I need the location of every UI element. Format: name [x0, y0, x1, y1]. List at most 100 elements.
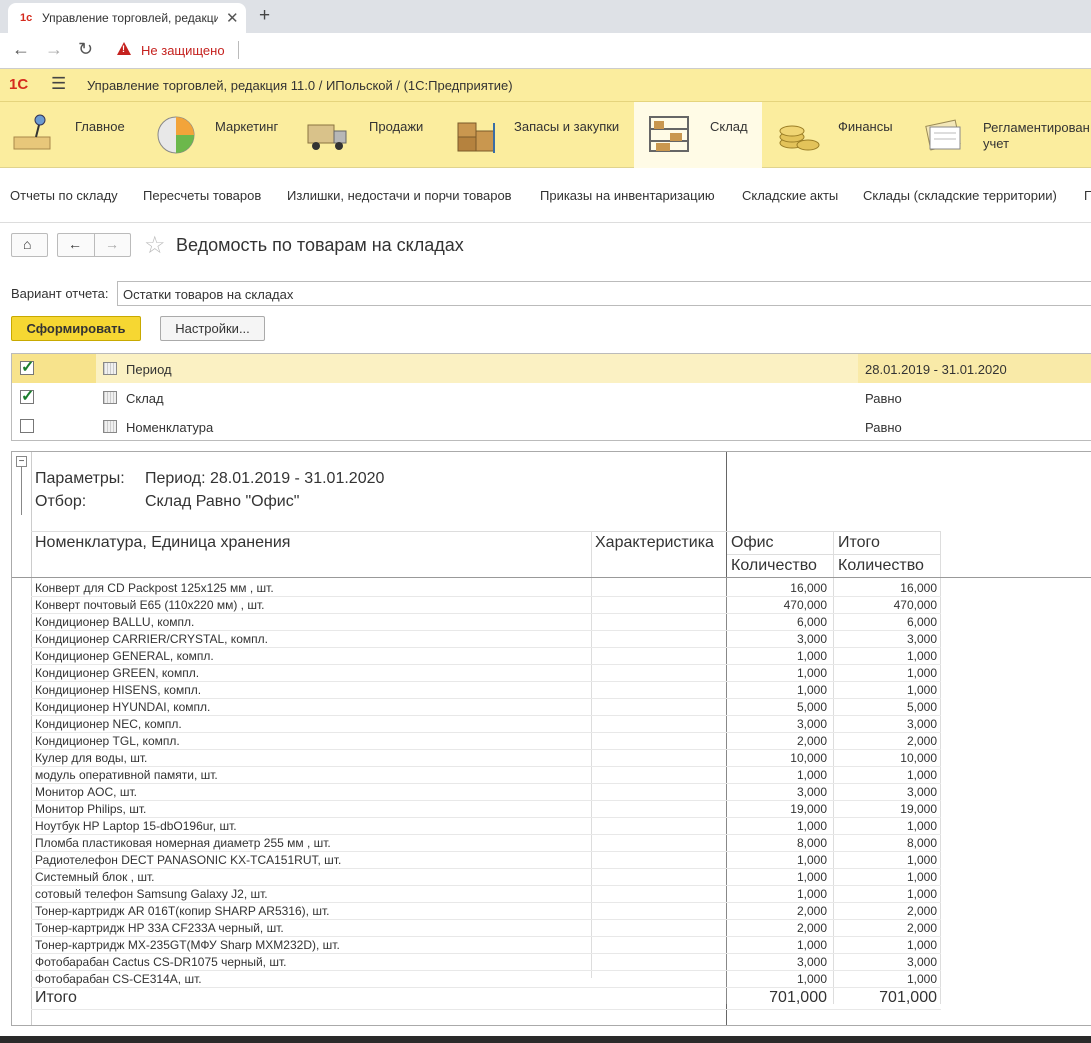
item-name: Кондиционер HYUNDAI, компл. [35, 700, 211, 714]
total-qty: 6,000 [906, 615, 937, 629]
column-header-qty: Количество [838, 557, 924, 574]
table-row[interactable]: Ноутбук HP Laptop 15-dbO196ur, шт. 1,000 1… [12, 818, 1091, 835]
setting-condition[interactable]: Равно [865, 391, 902, 406]
setting-name: Склад [126, 391, 164, 406]
1c-favicon-icon: 1c [20, 12, 33, 24]
table-row[interactable]: Кондиционер HYUNDAI, компл. 5,000 5,000 [12, 699, 1091, 716]
section-label: Регламентирован учет [983, 120, 1090, 151]
subnav-item[interactable]: Отчеты по складу [10, 188, 118, 203]
settings-row-period[interactable]: Период 28.01.2019 - 31.01.2020 [12, 354, 1091, 383]
table-row[interactable]: Кондиционер HISENS, компл. 1,000 1,000 [12, 682, 1091, 699]
setting-name: Период [126, 362, 172, 377]
table-row[interactable]: сотовый телефон Samsung Galaxy J2, шт. 1,… [12, 886, 1091, 903]
table-row[interactable]: Кулер для воды, шт. 10,000 10,000 [12, 750, 1091, 767]
forward-arrow-icon[interactable]: → [45, 39, 63, 60]
back-icon[interactable]: ← [68, 236, 82, 252]
home-button[interactable]: ⌂ [11, 233, 48, 257]
section-main[interactable]: Главное [0, 102, 140, 168]
main-menu-icon[interactable]: ☰ [51, 74, 66, 94]
table-row[interactable]: Фотобарабан Cactus CS-DR1075 черный, шт.… [12, 954, 1091, 971]
table-row[interactable]: Тонер-картридж MX-235GT(МФУ Sharp MXM232… [12, 937, 1091, 954]
table-row[interactable]: Радиотелефон DECT PANASONIC KX-TCA151RUT… [12, 852, 1091, 869]
table-row[interactable]: Фотобарабан CS-CE314A, шт. 1,000 1,000 [12, 971, 1091, 988]
total-qty: 3,000 [906, 785, 937, 799]
office-qty: 3,000 [796, 717, 827, 731]
item-name: Ноутбук HP Laptop 15-dbO196ur, шт. [35, 819, 237, 833]
table-row[interactable]: Кондиционер GENERAL, компл. 1,000 1,000 [12, 648, 1091, 665]
period-checkbox[interactable] [20, 357, 34, 377]
setting-condition[interactable]: Равно [865, 420, 902, 435]
section-label: Склад [710, 119, 748, 134]
table-row[interactable]: Конверт для CD Packpost 125х125 мм , шт.… [12, 580, 1091, 597]
setting-condition[interactable]: 28.01.2019 - 31.01.2020 [865, 362, 1007, 377]
item-name: Тонер-картридж AR 016T(копир SHARP AR531… [35, 904, 330, 918]
total-qty: 10,000 [900, 751, 937, 765]
table-row[interactable]: Монитор Philips, шт. 19,000 19,000 [12, 801, 1091, 818]
new-tab-button[interactable]: + [259, 5, 270, 27]
total-qty: 5,000 [906, 700, 937, 714]
subnav-item[interactable]: Пересчеты товаров [143, 188, 261, 203]
table-row[interactable]: Тонер-картридж HP 33A CF233A черный, шт.… [12, 920, 1091, 937]
subnav-item[interactable]: П [1084, 188, 1091, 203]
favorite-star-icon[interactable]: ☆ [144, 231, 166, 260]
forward-icon[interactable]: → [105, 236, 119, 252]
table-row[interactable]: Тонер-картридж AR 016T(копир SHARP AR531… [12, 903, 1091, 920]
table-row[interactable]: Системный блок , шт. 1,000 1,000 [12, 869, 1091, 886]
table-row[interactable]: Кондиционер GREEN, компл. 1,000 1,000 [12, 665, 1091, 682]
table-row[interactable]: Конверт почтовый Е65 (110х220 мм) , шт. 4… [12, 597, 1091, 614]
settings-row-nomenclature[interactable]: Номенклатура Равно [12, 412, 1091, 441]
table-row[interactable]: Кондиционер NEC, компл. 3,000 3,000 [12, 716, 1091, 733]
office-qty: 19,000 [790, 802, 827, 816]
browser-tab[interactable]: 1c Управление торговлей, редакция 11.0 /… [8, 3, 246, 33]
section-marketing[interactable]: Маркетинг [140, 102, 290, 168]
table-row[interactable]: Кондиционер CARRIER/CRYSTAL, компл. 3,000… [12, 631, 1091, 648]
back-arrow-icon[interactable]: ← [12, 39, 30, 60]
office-qty: 1,000 [796, 649, 827, 663]
table-row[interactable]: Кондиционер TGL, компл. 2,000 2,000 [12, 733, 1091, 750]
generate-button[interactable]: Сформировать [11, 316, 141, 341]
item-name: Фотобарабан Cactus CS-DR1075 черный, шт. [35, 955, 287, 969]
total-qty: 19,000 [900, 802, 937, 816]
subnav-item[interactable]: Складские акты [742, 188, 838, 203]
item-name: Фотобарабан CS-CE314A, шт. [35, 972, 202, 986]
collapse-toggle-icon[interactable]: − [16, 456, 27, 467]
section-regulated-accounting[interactable]: Регламентирован учет [912, 102, 1091, 168]
section-finance[interactable]: Финансы [762, 102, 912, 168]
reload-icon[interactable]: ↻ [78, 39, 93, 60]
settings-button[interactable]: Настройки... [160, 316, 265, 341]
total-office: 701,000 [769, 989, 827, 1006]
office-qty: 10,000 [790, 751, 827, 765]
app-title: Управление торговлей, редакция 11.0 / ИП… [87, 78, 513, 93]
table-row[interactable]: Пломба пластиковая номерная диаметр 255 … [12, 835, 1091, 852]
section-warehouse[interactable]: Склад [634, 102, 762, 168]
section-label: Маркетинг [215, 119, 279, 134]
section-inventory-purchases[interactable]: Запасы и закупки [440, 102, 634, 168]
warehouse-checkbox[interactable] [20, 386, 34, 406]
subnav-item[interactable]: Склады (складские территории) [863, 188, 1057, 203]
total-label: Итого [35, 989, 77, 1006]
item-name: Монитор Philips, шт. [35, 802, 147, 816]
report-area[interactable]: − Параметры: Период: 28.01.2019 - 31.01.… [11, 451, 1091, 1026]
office-qty: 1,000 [796, 853, 827, 867]
tab-close-icon[interactable]: ✕ [226, 9, 239, 27]
subsystem-nav: Отчеты по складу Пересчеты товаров Излиш… [0, 168, 1091, 223]
address-separator [238, 41, 239, 59]
table-row[interactable]: модуль оперативной памяти, шт. 1,000 1,000 [12, 767, 1091, 784]
table-row[interactable]: Кондиционер BALLU, компл. 6,000 6,000 [12, 614, 1091, 631]
item-name: Конверт почтовый Е65 (110х220 мм) , шт. [35, 598, 265, 612]
table-row[interactable]: Монитор AOC, шт. 3,000 3,000 [12, 784, 1091, 801]
total-qty: 1,000 [906, 819, 937, 833]
office-qty: 1,000 [796, 683, 827, 697]
nomenclature-checkbox[interactable] [20, 419, 34, 433]
subnav-item[interactable]: Излишки, недостачи и порчи товаров [287, 188, 512, 203]
security-status[interactable]: Не защищено [141, 43, 225, 58]
section-sales[interactable]: Продажи [290, 102, 440, 168]
variant-field[interactable]: Остатки товаров на складах [117, 281, 1091, 306]
item-name: Кондиционер TGL, компл. [35, 734, 180, 748]
taskbar-edge [0, 1036, 1091, 1043]
subnav-item[interactable]: Приказы на инвентаризацию [540, 188, 715, 203]
settings-row-warehouse[interactable]: Склад Равно [12, 383, 1091, 412]
total-qty: 2,000 [906, 921, 937, 935]
office-qty: 5,000 [796, 700, 827, 714]
office-qty: 1,000 [796, 972, 827, 986]
